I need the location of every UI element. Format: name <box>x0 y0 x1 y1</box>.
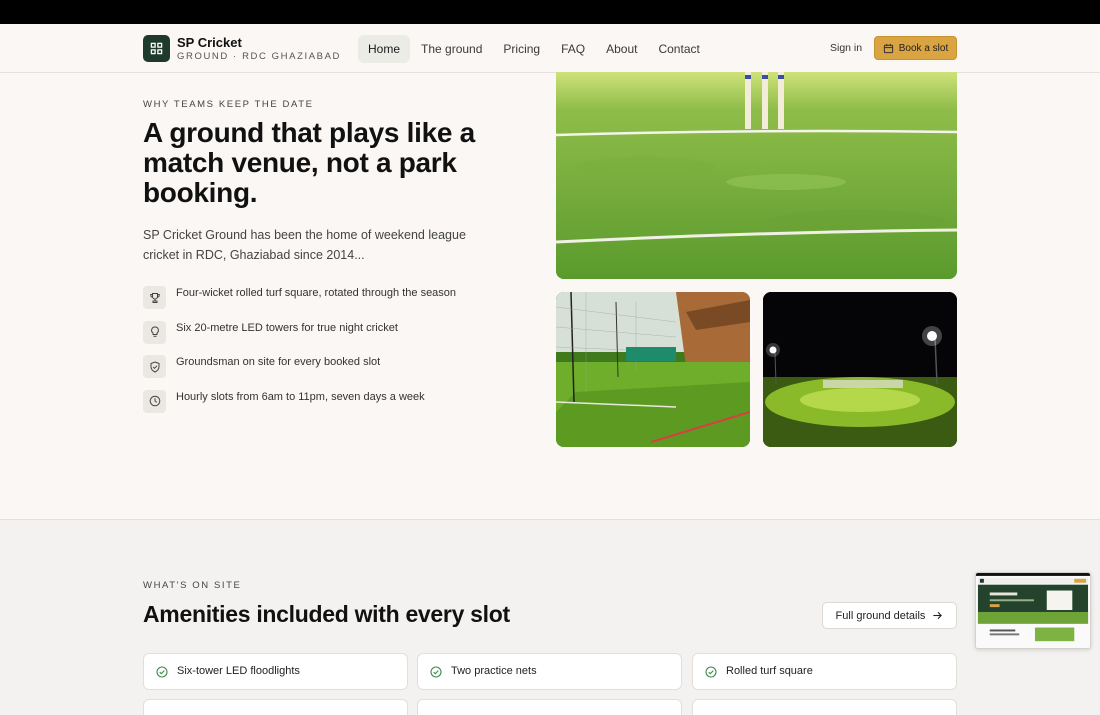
logo-icon[interactable] <box>143 35 170 62</box>
amenities-eyebrow: WHAT'S ON SITE <box>143 580 242 591</box>
feature-text: Groundsman on site for every booked slot <box>176 356 381 368</box>
amenity-card: Two practice nets <box>417 653 682 690</box>
sign-in-link[interactable]: Sign in <box>830 42 862 54</box>
amenity-card <box>692 699 957 715</box>
book-slot-label: Book a slot <box>898 42 949 54</box>
amenity-label: Rolled turf square <box>726 665 813 677</box>
amenity-label: Six-tower LED floodlights <box>177 665 300 677</box>
clock-icon <box>143 389 166 413</box>
trophy-icon <box>143 286 166 309</box>
amenity-card: Rolled turf square <box>692 653 957 690</box>
amenity-card <box>143 699 408 715</box>
shield-icon <box>143 355 166 378</box>
site-header: SP Cricket GROUND · RDC GHAZIABAD Home T… <box>0 24 1100 73</box>
practice-nets-image <box>556 292 750 447</box>
hero-eyebrow: WHY TEAMS KEEP THE DATE <box>143 99 314 110</box>
brand-tagline: GROUND · RDC GHAZIABAD <box>177 51 341 62</box>
hero-title: A ground that plays like a match venue, … <box>143 117 475 208</box>
check-circle-icon <box>430 666 442 678</box>
nav-the-ground[interactable]: The ground <box>411 35 492 63</box>
full-ground-details-button[interactable]: Full ground details <box>822 602 957 629</box>
amenity-label: Two practice nets <box>451 665 537 677</box>
brand-name[interactable]: SP Cricket <box>177 35 242 50</box>
browser-top-bar <box>0 0 1100 24</box>
pitch-stumps-image <box>556 72 957 279</box>
page-preview-thumbnail[interactable] <box>975 572 1091 649</box>
nav-contact[interactable]: Contact <box>648 35 709 63</box>
nav-about[interactable]: About <box>596 35 647 63</box>
amenities-title: Amenities included with every slot <box>143 601 510 627</box>
check-circle-icon <box>156 666 168 678</box>
hero-description: SP Cricket Ground has been the home of w… <box>143 228 466 262</box>
full-ground-details-label: Full ground details <box>835 609 926 622</box>
feature-text: Six 20-metre LED towers for true night c… <box>176 321 398 334</box>
amenity-card: Six-tower LED floodlights <box>143 653 408 690</box>
calendar-icon <box>883 43 893 53</box>
main-nav: Home The ground Pricing FAQ About Contac… <box>358 35 711 63</box>
book-slot-button[interactable]: Book a slot <box>874 36 957 60</box>
feature-text: Four-wicket rolled turf square, rotated … <box>176 287 457 299</box>
arrow-right-icon <box>933 611 943 620</box>
check-circle-icon <box>705 666 717 678</box>
floodlit-ground-image <box>763 292 957 447</box>
nav-home[interactable]: Home <box>358 35 411 63</box>
feature-text: Hourly slots from 6am to 11pm, seven day… <box>176 390 425 403</box>
nav-pricing[interactable]: Pricing <box>493 35 550 63</box>
amenity-card <box>417 699 682 715</box>
nav-faq[interactable]: FAQ <box>551 35 595 63</box>
lightbulb-icon <box>143 320 166 344</box>
